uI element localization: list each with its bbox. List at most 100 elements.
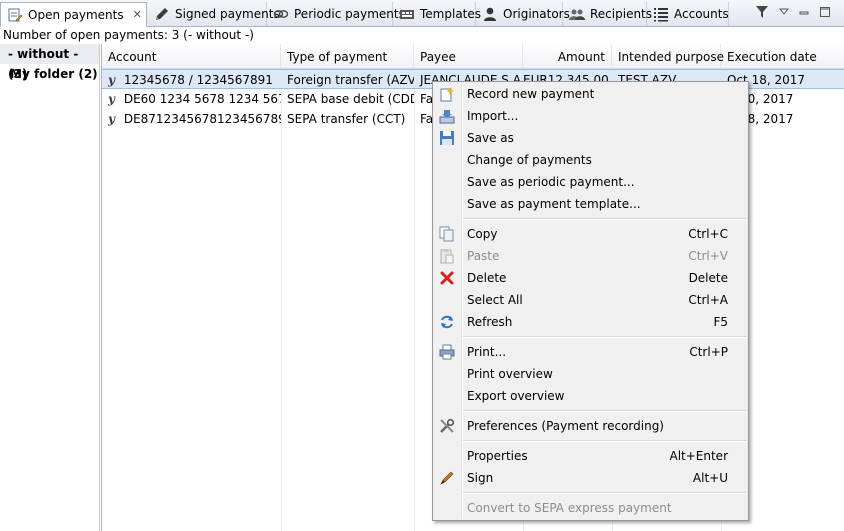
menu-item-convert-sepa-express[interactable]: Convert to SEPA express payment bbox=[433, 497, 748, 519]
cell-account: DE60 1234 5678 1234 5678 91 bbox=[123, 92, 281, 106]
cell-account: DE87123456781234567890 bbox=[123, 112, 281, 126]
menu-item-label: Convert to SEPA express payment bbox=[467, 501, 672, 515]
save-as-icon bbox=[439, 130, 455, 146]
menu-separator bbox=[433, 215, 748, 223]
menu-item-label: Change of payments bbox=[467, 153, 592, 167]
menu-item-copy[interactable]: Copy Ctrl+C bbox=[433, 223, 748, 245]
view-tab-bar: Open payments ✕ Signed payments Periodic… bbox=[0, 0, 844, 27]
tab-label: Periodic payments bbox=[294, 7, 405, 21]
column-header-payee[interactable]: Payee bbox=[414, 44, 523, 69]
filter-icon[interactable] bbox=[754, 4, 770, 20]
menu-item-label: Sign bbox=[467, 471, 494, 485]
cell-type: Foreign transfer (AZV) bbox=[287, 73, 414, 87]
menu-item-preferences[interactable]: Preferences (Payment recording) bbox=[433, 415, 748, 437]
menu-item-properties[interactable]: Properties Alt+Enter bbox=[433, 445, 748, 467]
menu-item-paste[interactable]: Paste Ctrl+V bbox=[433, 245, 748, 267]
template-icon bbox=[399, 6, 415, 22]
tab-open-payments[interactable]: Open payments ✕ bbox=[0, 2, 147, 27]
folder-list: - without - (3) My folder (2) bbox=[0, 44, 100, 531]
menu-item-record-new-payment[interactable]: Record new payment bbox=[433, 83, 748, 105]
edit-document-icon bbox=[7, 7, 23, 23]
tab-recipients[interactable]: Recipients bbox=[563, 2, 652, 26]
tab-templates[interactable]: Templates bbox=[393, 2, 481, 26]
paste-icon bbox=[439, 248, 455, 264]
people-icon bbox=[569, 6, 585, 22]
payment-type-icon: y bbox=[108, 112, 115, 126]
cell-account: 12345678 / 1234567891 bbox=[123, 73, 273, 87]
payment-type-icon: y bbox=[108, 73, 115, 87]
menu-item-print-overview[interactable]: Print overview bbox=[433, 363, 748, 385]
cell-type: SEPA base debit (CDD) bbox=[287, 92, 414, 106]
menu-item-label: Print... bbox=[467, 345, 507, 359]
menu-separator bbox=[433, 437, 748, 445]
tab-periodic-payments[interactable]: Periodic payments bbox=[267, 2, 405, 26]
sign-pen-icon bbox=[439, 470, 455, 486]
menu-item-shortcut: Ctrl+A bbox=[688, 293, 728, 307]
menu-item-label: Import... bbox=[467, 109, 519, 123]
menu-item-label: Preferences (Payment recording) bbox=[467, 419, 664, 433]
delete-icon bbox=[439, 270, 455, 286]
menu-item-change-of-payments[interactable]: Change of payments bbox=[433, 149, 748, 171]
tab-label: Templates bbox=[420, 7, 482, 21]
copy-icon bbox=[439, 226, 455, 242]
menu-item-label: Export overview bbox=[467, 389, 565, 403]
menu-item-shortcut: Ctrl+C bbox=[688, 227, 728, 241]
menu-item-shortcut: F5 bbox=[713, 315, 728, 329]
list-icon bbox=[653, 6, 669, 22]
column-header-type[interactable]: Type of payment bbox=[281, 44, 414, 69]
menu-item-save-as-periodic[interactable]: Save as periodic payment... bbox=[433, 171, 748, 193]
menu-item-shortcut: Alt+Enter bbox=[669, 449, 728, 463]
tab-label: Signed payments bbox=[175, 7, 280, 21]
menu-item-label: Save as bbox=[467, 131, 514, 145]
tab-label: Accounts bbox=[674, 7, 729, 21]
column-header-execution-date[interactable]: Execution date bbox=[721, 44, 844, 69]
table-header: Account Type of payment Payee Amount Int… bbox=[102, 44, 844, 69]
menu-item-label: Record new payment bbox=[467, 87, 595, 101]
tab-accounts[interactable]: Accounts bbox=[647, 2, 729, 26]
tab-label: Recipients bbox=[590, 7, 653, 21]
menu-item-label: Properties bbox=[467, 449, 528, 463]
column-header-purpose[interactable]: Intended purpose bbox=[612, 44, 724, 69]
recurring-icon bbox=[273, 6, 289, 22]
menu-item-print[interactable]: Print... Ctrl+P bbox=[433, 341, 748, 363]
menu-item-label: Print overview bbox=[467, 367, 553, 381]
minimize-icon[interactable] bbox=[796, 4, 812, 20]
menu-item-export-overview[interactable]: Export overview bbox=[433, 385, 748, 407]
open-payments-count: Number of open payments: 3 (- without -) bbox=[0, 27, 844, 44]
column-header-amount[interactable]: Amount bbox=[523, 44, 612, 69]
view-menu-icon[interactable] bbox=[776, 4, 792, 20]
cell-type: SEPA transfer (CCT) bbox=[287, 112, 406, 126]
menu-separator bbox=[433, 489, 748, 497]
menu-item-select-all[interactable]: Select All Ctrl+A bbox=[433, 289, 748, 311]
column-header-account[interactable]: Account bbox=[102, 44, 281, 69]
menu-item-shortcut: Delete bbox=[688, 271, 728, 285]
print-icon bbox=[439, 344, 455, 360]
menu-item-label: Refresh bbox=[467, 315, 513, 329]
menu-item-label: Paste bbox=[467, 249, 500, 263]
menu-item-delete[interactable]: Delete Delete bbox=[433, 267, 748, 289]
person-icon bbox=[482, 6, 498, 22]
menu-item-refresh[interactable]: Refresh F5 bbox=[433, 311, 748, 333]
menu-item-sign[interactable]: Sign Alt+U bbox=[433, 467, 748, 489]
tab-signed-payments[interactable]: Signed payments bbox=[148, 2, 280, 26]
menu-item-import[interactable]: Import... bbox=[433, 105, 748, 127]
menu-item-save-as[interactable]: Save as bbox=[433, 127, 748, 149]
refresh-icon bbox=[439, 314, 455, 330]
menu-item-save-as-template[interactable]: Save as payment template... bbox=[433, 193, 748, 215]
context-menu: Record new payment Import... Save as Cha… bbox=[432, 81, 749, 521]
menu-item-label: Delete bbox=[467, 271, 507, 285]
tab-label: Open payments bbox=[28, 7, 124, 22]
new-payment-icon bbox=[439, 86, 455, 102]
import-icon bbox=[439, 108, 455, 124]
folder-item-without[interactable]: - without - (3) bbox=[0, 44, 99, 81]
tab-label: Originators bbox=[503, 7, 570, 21]
menu-item-label: Copy bbox=[467, 227, 498, 241]
menu-separator bbox=[433, 333, 748, 341]
tab-originators[interactable]: Originators bbox=[476, 2, 570, 26]
menu-separator bbox=[433, 407, 748, 415]
folder-item-my-folder[interactable]: My folder (2) bbox=[0, 64, 99, 84]
pen-icon bbox=[154, 6, 170, 22]
close-icon[interactable]: ✕ bbox=[133, 8, 142, 21]
payment-type-icon: y bbox=[108, 92, 115, 106]
maximize-icon[interactable] bbox=[817, 4, 833, 20]
